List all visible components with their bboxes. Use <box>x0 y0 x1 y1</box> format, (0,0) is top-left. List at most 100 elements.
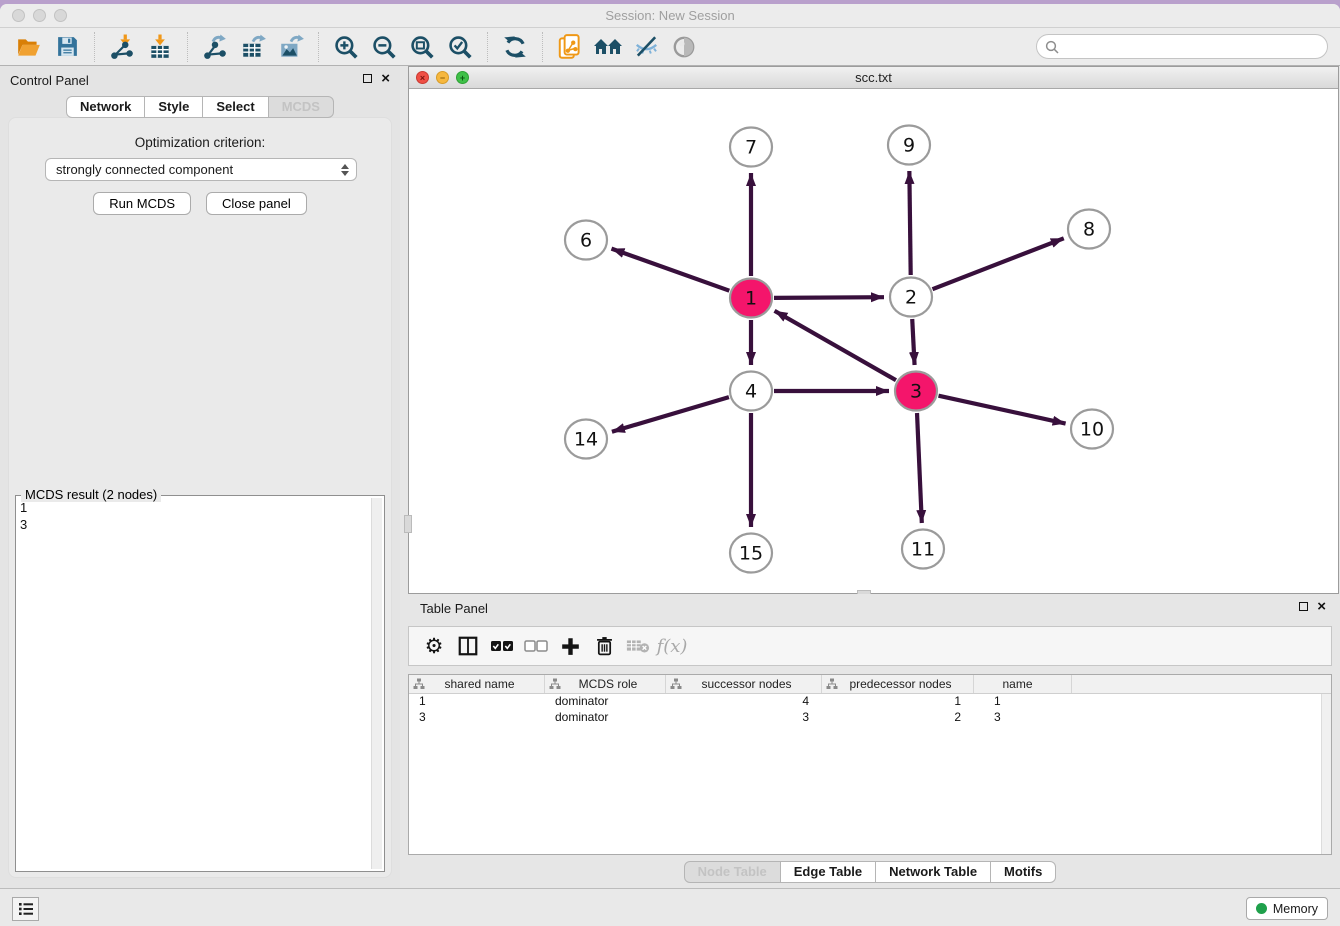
tab-motifs[interactable]: Motifs <box>991 861 1056 883</box>
show-all-icon[interactable] <box>669 32 699 62</box>
column-header-successor-nodes[interactable]: successor nodes <box>666 675 822 693</box>
graph-node-14[interactable]: 14 <box>565 420 607 459</box>
graph-edge-3-11[interactable] <box>917 413 922 523</box>
show-log-console-button[interactable] <box>12 897 39 921</box>
new-network-from-selection-icon[interactable] <box>555 32 585 62</box>
graph-edge-1-2[interactable] <box>774 297 884 298</box>
tab-network[interactable]: Network <box>66 96 145 118</box>
refresh-icon[interactable] <box>500 32 530 62</box>
graph-node-3[interactable]: 3 <box>895 372 937 411</box>
import-network-icon[interactable] <box>107 32 137 62</box>
mcds-result-box: MCDS result (2 nodes) 13 <box>15 495 385 872</box>
graph-node-1[interactable]: 1 <box>730 279 772 318</box>
tab-style[interactable]: Style <box>145 96 203 118</box>
graph-edge-1-6[interactable] <box>611 249 729 291</box>
table-row[interactable]: 1dominator411 <box>409 694 1331 710</box>
close-panel-icon[interactable]: × <box>381 73 390 84</box>
table-cell[interactable]: 1 <box>974 694 1072 710</box>
close-panel-button[interactable]: Close panel <box>206 192 307 215</box>
zoom-selected-icon[interactable] <box>445 32 475 62</box>
graph-node-label: 2 <box>905 287 917 309</box>
hierarchy-icon <box>826 678 838 690</box>
hierarchy-icon <box>413 678 425 690</box>
zoom-fit-icon[interactable] <box>407 32 437 62</box>
float-table-panel-icon[interactable] <box>1299 602 1308 611</box>
graph-edge-4-14[interactable] <box>612 397 729 432</box>
graph-edge-3-1[interactable] <box>775 311 896 380</box>
toolbar-separator <box>487 32 488 62</box>
graph-node-10[interactable]: 10 <box>1071 410 1113 449</box>
zoom-in-icon[interactable] <box>331 32 361 62</box>
zoom-out-icon[interactable] <box>369 32 399 62</box>
first-neighbors-icon[interactable] <box>593 32 623 62</box>
table-cell[interactable]: dominator <box>545 710 666 726</box>
mcds-result-list[interactable]: 13 <box>20 499 370 869</box>
graph-node-15[interactable]: 15 <box>730 534 772 573</box>
table-cell[interactable]: 1 <box>822 694 974 710</box>
table-cell[interactable]: 3 <box>666 710 822 726</box>
graph-node-label: 6 <box>580 230 592 252</box>
tab-edge-table[interactable]: Edge Table <box>781 861 876 883</box>
graph-node-7[interactable]: 7 <box>730 128 772 167</box>
column-header-name[interactable]: name <box>974 675 1072 693</box>
graph-node-6[interactable]: 6 <box>565 221 607 260</box>
optimization-criterion-label: Optimization criterion: <box>9 135 391 150</box>
deselect-all-icon[interactable] <box>519 631 553 661</box>
select-all-icon[interactable] <box>485 631 519 661</box>
search-field[interactable] <box>1036 34 1328 59</box>
table-cell[interactable]: 1 <box>409 694 545 710</box>
graph-node-4[interactable]: 4 <box>730 372 772 411</box>
graph-node-11[interactable]: 11 <box>902 530 944 569</box>
table-tabs: Node TableEdge TableNetwork TableMotifs <box>400 861 1340 883</box>
table-cell[interactable]: 3 <box>974 710 1072 726</box>
toolbar-separator <box>318 32 319 62</box>
graph-node-label: 15 <box>739 543 763 565</box>
tab-network-table[interactable]: Network Table <box>876 861 991 883</box>
result-scrollbar[interactable] <box>371 498 382 869</box>
export-network-icon[interactable] <box>200 32 230 62</box>
search-input[interactable] <box>1064 40 1319 54</box>
close-table-panel-icon[interactable]: × <box>1317 601 1326 612</box>
network-window-titlebar[interactable]: × − + scc.txt <box>409 67 1338 89</box>
network-canvas[interactable]: 1 2 3 4 6 7 8 9 10 11 14 15 <box>409 89 1338 593</box>
memory-button[interactable]: Memory <box>1246 897 1328 920</box>
table-panel: Table Panel × ⚙ <box>400 594 1340 888</box>
graph-edge-2-3[interactable] <box>912 319 914 365</box>
export-image-icon[interactable] <box>276 32 306 62</box>
gear-icon[interactable]: ⚙ <box>417 631 451 661</box>
vertical-splitter-grip[interactable] <box>404 515 412 533</box>
table-cell[interactable]: 4 <box>666 694 822 710</box>
graph-edge-2-9[interactable] <box>909 171 910 275</box>
column-header-MCDS-role[interactable]: MCDS role <box>545 675 666 693</box>
delete-icon[interactable] <box>587 631 621 661</box>
column-header-predecessor-nodes[interactable]: predecessor nodes <box>822 675 974 693</box>
graph-edge-2-8[interactable] <box>932 238 1063 289</box>
graph-node-2[interactable]: 2 <box>890 278 932 317</box>
hide-selected-icon[interactable] <box>631 32 661 62</box>
import-table-icon[interactable] <box>145 32 175 62</box>
table-cell[interactable]: 3 <box>409 710 545 726</box>
table-scrollbar[interactable] <box>1321 694 1331 854</box>
float-panel-icon[interactable] <box>363 74 372 83</box>
graph-edge-3-10[interactable] <box>938 396 1065 424</box>
criterion-select[interactable]: strongly connected component <box>45 158 357 181</box>
graph-node-8[interactable]: 8 <box>1068 210 1110 249</box>
tab-mcds[interactable]: MCDS <box>269 96 334 118</box>
delete-table-icon[interactable] <box>621 631 655 661</box>
graph-node-9[interactable]: 9 <box>888 126 930 165</box>
add-icon[interactable] <box>553 631 587 661</box>
open-session-icon[interactable] <box>14 32 44 62</box>
column-header-shared-name[interactable]: shared name <box>409 675 545 693</box>
mcds-result-line: 3 <box>20 516 370 533</box>
table-panel-title: Table Panel <box>420 601 488 616</box>
table-row[interactable]: 3dominator323 <box>409 710 1331 726</box>
table-cell[interactable]: 2 <box>822 710 974 726</box>
mcds-result-line: 1 <box>20 499 370 516</box>
save-session-icon[interactable] <box>52 32 82 62</box>
table-cell[interactable]: dominator <box>545 694 666 710</box>
export-table-icon[interactable] <box>238 32 268 62</box>
tab-select[interactable]: Select <box>203 96 268 118</box>
columns-icon[interactable] <box>451 631 485 661</box>
tab-node-table[interactable]: Node Table <box>684 861 781 883</box>
run-mcds-button[interactable]: Run MCDS <box>93 192 191 215</box>
